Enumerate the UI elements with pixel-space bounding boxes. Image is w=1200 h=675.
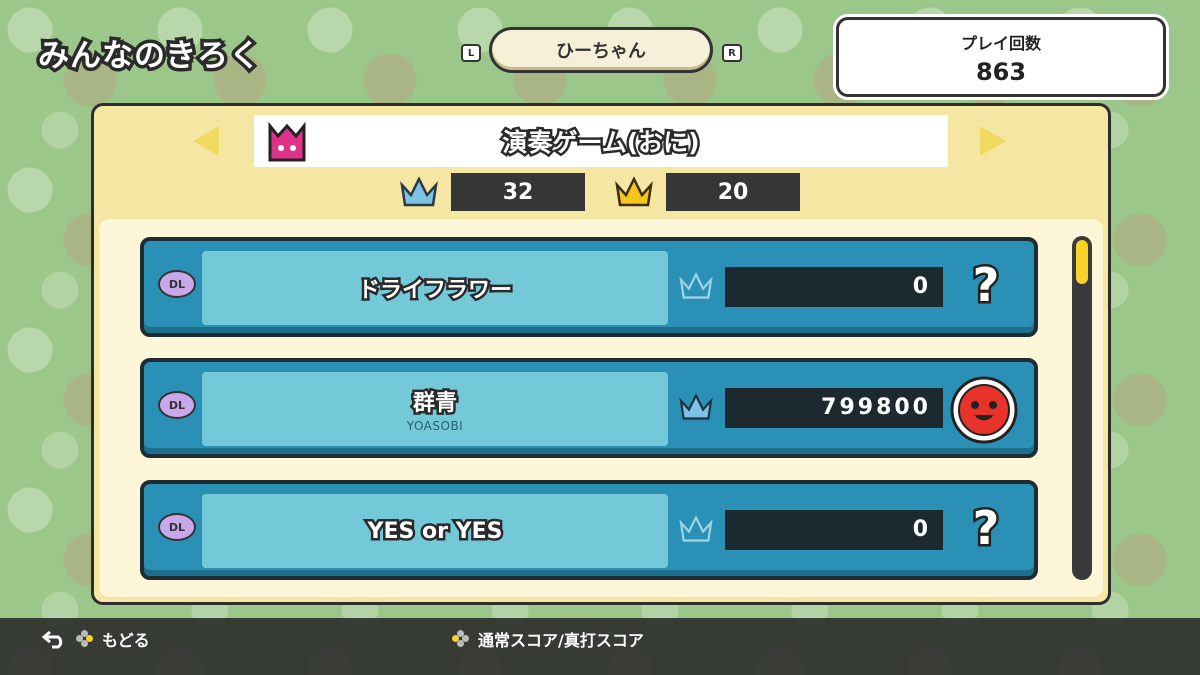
dl-badge: DL [158, 513, 196, 541]
song-title: YES or YES [365, 516, 505, 546]
song-row[interactable]: DL YES or YES 0 ? [140, 480, 1038, 580]
song-title-area: YES or YES [202, 494, 668, 568]
score-toggle-label: 通常スコア/真打スコア [478, 631, 644, 650]
scrollbar-thumb[interactable] [1076, 240, 1088, 284]
back-label: もどる [102, 631, 150, 650]
song-title-area: 群青 YOASOBI [202, 372, 668, 446]
back-hint[interactable]: もどる [42, 627, 150, 651]
dl-badge: DL [158, 270, 196, 298]
play-count-label: プレイ回数 [960, 34, 1041, 53]
score-value: 0 [725, 267, 943, 307]
score-value: 799800 [725, 388, 943, 428]
silver-crown-icon [400, 176, 438, 207]
arrow-left-icon[interactable] [193, 126, 219, 156]
dl-badge: DL [158, 391, 196, 419]
r-button-icon[interactable]: R [722, 44, 742, 62]
crown-empty-icon [679, 515, 713, 542]
score-value: 0 [725, 510, 943, 550]
song-title-area: ドライフラワー [202, 251, 668, 325]
don-face-icon [950, 376, 1018, 444]
dpad-icon [452, 630, 470, 648]
screen-title: みんなのきろく [34, 35, 263, 78]
song-title: 群青 [410, 389, 459, 419]
song-title: ドライフラワー [355, 276, 514, 306]
mode-title: 演奏ゲーム(おに) [500, 126, 702, 160]
gold-crown-icon [615, 176, 653, 207]
question-icon: ? [970, 256, 1002, 315]
song-artist: YOASOBI [406, 419, 464, 433]
play-count-value: 863 [975, 58, 1027, 86]
play-count-box: プレイ回数 863 [836, 17, 1166, 97]
crown-empty-icon [679, 272, 713, 299]
l-button-icon[interactable]: L [461, 44, 481, 62]
score-toggle-hint[interactable]: 通常スコア/真打スコア [452, 627, 644, 651]
player-name-selector[interactable]: ひーちゃん [489, 27, 713, 73]
arrow-right-icon[interactable] [980, 126, 1006, 156]
scrollbar-track[interactable] [1072, 236, 1092, 580]
song-row[interactable]: DL 群青 YOASOBI 799800 [140, 358, 1038, 458]
back-arrow-icon [42, 630, 63, 649]
question-icon: ? [970, 499, 1002, 558]
song-row[interactable]: DL ドライフラワー 0 ? [140, 237, 1038, 337]
gold-crown-count: 20 [666, 173, 800, 211]
silver-crown-count: 32 [451, 173, 585, 211]
dpad-icon [76, 630, 94, 648]
silver-crown-icon [679, 393, 713, 420]
